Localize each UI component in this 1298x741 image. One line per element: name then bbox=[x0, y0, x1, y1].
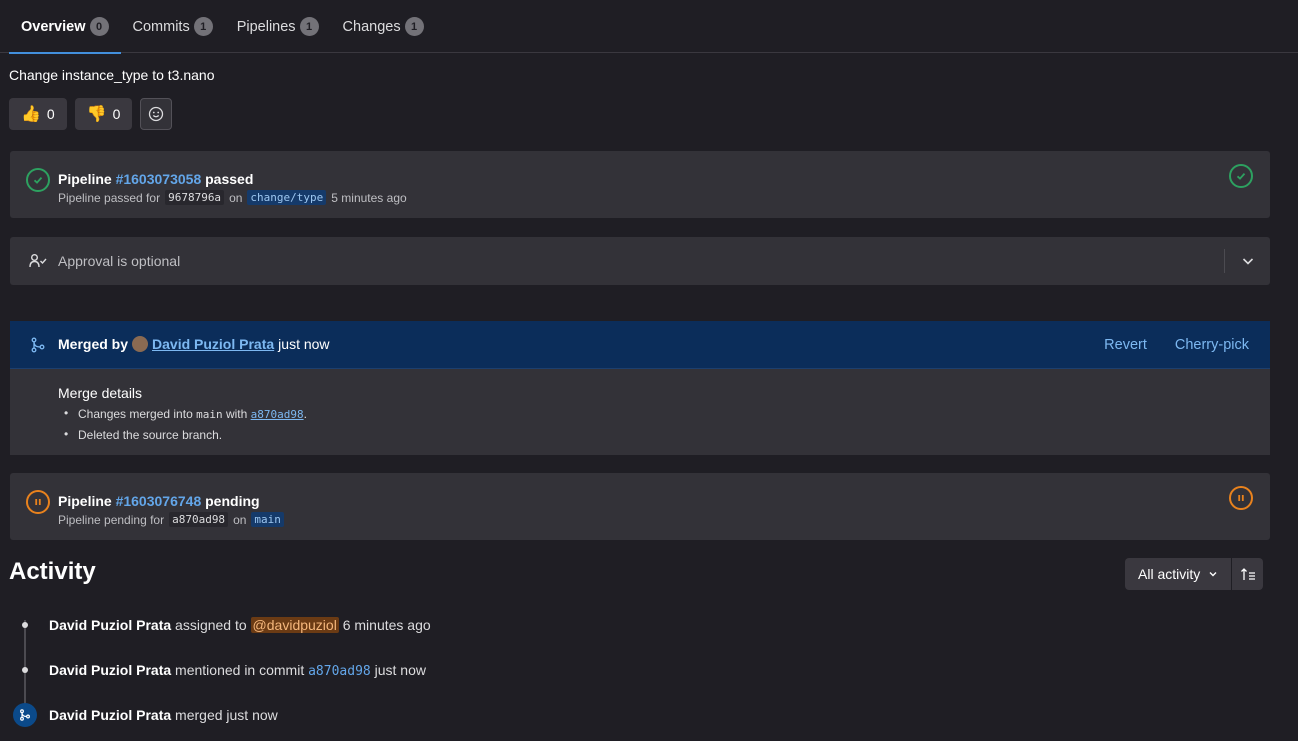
tab-overview[interactable]: Overview 0 bbox=[0, 0, 121, 54]
pipeline-title: Pipeline #1603073058 passed bbox=[58, 171, 254, 187]
thumbs-up-icon: 👍 bbox=[21, 106, 41, 123]
activity-item: David Puziol Prata merged just now bbox=[49, 707, 278, 723]
merged-by-user[interactable]: David Puziol Prata bbox=[152, 336, 274, 352]
avatar bbox=[132, 336, 149, 352]
divider bbox=[1224, 249, 1225, 273]
merge-detail-item: Changes merged into main with a870ad98. bbox=[58, 406, 1222, 421]
status-success-icon[interactable] bbox=[26, 168, 50, 192]
thumbs-down-icon: 👎 bbox=[86, 106, 107, 123]
sort-order-button[interactable] bbox=[1231, 558, 1264, 590]
sort-icon bbox=[1240, 568, 1255, 580]
merge-icon bbox=[20, 709, 30, 721]
tab-label: Overview bbox=[21, 18, 86, 35]
thumbs-down-count: 0 bbox=[112, 106, 121, 122]
commit-link[interactable]: a870ad98 bbox=[308, 664, 371, 679]
status-success-icon[interactable] bbox=[1229, 164, 1253, 188]
tab-count-badge: 0 bbox=[89, 17, 109, 36]
branch-name[interactable]: main bbox=[251, 512, 284, 527]
merged-widget: Merged by David Puziol Prata just now Re… bbox=[10, 321, 1270, 455]
merge-detail-item: Deleted the source branch. bbox=[58, 427, 1222, 442]
activity-item: David Puziol Prata assigned to @davidpuz… bbox=[49, 617, 431, 633]
status-pending-icon[interactable] bbox=[26, 490, 50, 514]
pipeline-subtitle: Pipeline pending for a870ad98 on main bbox=[58, 512, 284, 527]
tab-commits[interactable]: Commits 1 bbox=[121, 0, 225, 53]
commit-sha[interactable]: 9678796a bbox=[165, 190, 225, 205]
mr-tabs: Overview 0 Commits 1 Pipelines 1 Changes… bbox=[0, 0, 1298, 54]
activity-user[interactable]: David Puziol Prata bbox=[49, 617, 171, 633]
activity-user[interactable]: David Puziol Prata bbox=[49, 707, 171, 723]
tab-count-badge: 1 bbox=[299, 17, 319, 36]
mr-description: Change instance_type to t3.nano bbox=[9, 67, 215, 83]
thumbs-up-count: 0 bbox=[46, 106, 55, 122]
commit-sha[interactable]: a870ad98 bbox=[169, 512, 229, 527]
approval-icon bbox=[29, 254, 47, 268]
thumbs-up-button[interactable]: 👍 0 bbox=[9, 98, 67, 130]
user-mention[interactable]: @davidpuziol bbox=[250, 617, 339, 633]
merged-by-text: Merged by David Puziol Prata just now bbox=[58, 336, 330, 352]
tab-changes[interactable]: Changes 1 bbox=[331, 0, 436, 53]
chevron-down-icon bbox=[1242, 258, 1254, 265]
tab-label: Pipelines bbox=[236, 18, 296, 35]
branch-name[interactable]: change/type bbox=[247, 190, 327, 205]
tab-pipelines[interactable]: Pipelines 1 bbox=[225, 0, 331, 53]
merge-commit-link[interactable]: a870ad98 bbox=[251, 408, 304, 421]
reactions-bar: 👍 0 👎 0 bbox=[9, 98, 173, 130]
timeline-dot bbox=[22, 667, 28, 673]
smiley-icon bbox=[149, 106, 164, 122]
revert-button[interactable]: Revert bbox=[1104, 337, 1147, 353]
tab-count-badge: 1 bbox=[193, 17, 213, 36]
thumbs-down-button[interactable]: 👎 0 bbox=[74, 98, 133, 130]
activity-filter: All activity bbox=[1125, 558, 1264, 590]
merge-icon bbox=[31, 337, 45, 353]
merge-details-title: Merge details bbox=[58, 385, 143, 401]
pipeline-passed-widget: Pipeline #1603073058 passed Pipeline pas… bbox=[10, 151, 1270, 218]
tab-count-badge: 1 bbox=[404, 17, 424, 36]
merged-header: Merged by David Puziol Prata just now Re… bbox=[10, 321, 1270, 369]
chevron-down-icon bbox=[1209, 572, 1217, 577]
approval-widget: Approval is optional bbox=[10, 237, 1270, 285]
pipeline-pending-widget: Pipeline #1603076748 pending Pipeline pe… bbox=[10, 473, 1270, 540]
tab-label: Changes bbox=[342, 18, 401, 35]
activity-item: David Puziol Prata mentioned in commit a… bbox=[49, 662, 426, 679]
activity-user[interactable]: David Puziol Prata bbox=[49, 662, 171, 678]
tab-label: Commits bbox=[132, 18, 190, 35]
merge-event-icon bbox=[13, 703, 37, 727]
pipeline-link[interactable]: #1603076748 bbox=[116, 493, 202, 509]
activity-heading: Activity bbox=[9, 558, 96, 585]
cherry-pick-button[interactable]: Cherry-pick bbox=[1175, 337, 1249, 353]
approval-text: Approval is optional bbox=[58, 253, 181, 269]
pipeline-subtitle: Pipeline passed for 9678796a on change/t… bbox=[58, 190, 407, 205]
status-pending-icon[interactable] bbox=[1229, 486, 1253, 510]
pipeline-link[interactable]: #1603073058 bbox=[116, 171, 202, 187]
pipeline-title: Pipeline #1603076748 pending bbox=[58, 493, 260, 509]
activity-filter-dropdown[interactable]: All activity bbox=[1125, 558, 1232, 590]
merge-details: Merge details Changes merged into main w… bbox=[10, 369, 1270, 465]
timeline-dot bbox=[22, 622, 28, 628]
add-reaction-button[interactable] bbox=[140, 98, 173, 130]
expand-button[interactable] bbox=[1236, 249, 1260, 273]
